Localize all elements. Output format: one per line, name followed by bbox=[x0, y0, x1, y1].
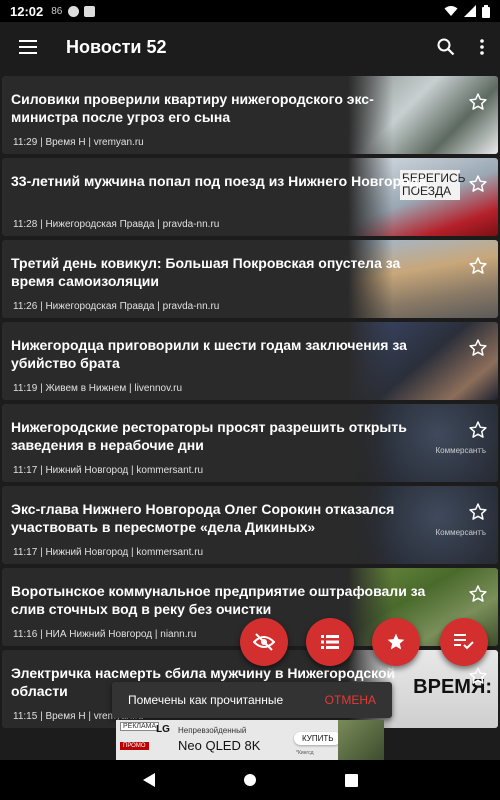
system-nav-bar bbox=[0, 760, 500, 800]
news-headline[interactable]: Воротынское коммунальное предприятие ошт… bbox=[11, 582, 431, 618]
search-icon[interactable] bbox=[428, 22, 464, 72]
news-card[interactable]: Коммерсантъ Нижегородские рестораторы про… bbox=[2, 404, 498, 482]
ad-product: Neo QLED 8K bbox=[178, 738, 261, 753]
cell-signal-icon bbox=[464, 5, 476, 17]
favorite-star-icon[interactable] bbox=[468, 174, 488, 194]
app-title: Новости 52 bbox=[66, 36, 167, 57]
favorite-star-icon[interactable] bbox=[468, 666, 488, 686]
news-headline[interactable]: Экс-глава Нижнего Новгорода Олег Сорокин… bbox=[11, 500, 431, 536]
news-time: 11:15 bbox=[13, 711, 38, 722]
news-headline[interactable]: Нижегородца приговорили к шести годам за… bbox=[11, 336, 431, 372]
news-meta: 11:26 | Нижегородская Правда | pravda-nn… bbox=[13, 301, 219, 312]
thumbnail-caption: Коммерсантъ bbox=[435, 528, 486, 537]
hide-read-fab[interactable] bbox=[240, 618, 288, 666]
favorite-star-icon[interactable] bbox=[468, 420, 488, 440]
news-card[interactable]: Третий день ковикул: Большая Покровская … bbox=[2, 240, 498, 318]
news-source: Время Н | vremyan.ru bbox=[45, 137, 144, 148]
news-meta: 11:19 | Живем в Нижнем | livennov.ru bbox=[13, 383, 182, 394]
news-card[interactable]: Нижегородца приговорили к шести годам за… bbox=[2, 322, 498, 400]
wifi-icon bbox=[444, 6, 458, 16]
ad-buy-button[interactable]: КУПИТЬ bbox=[294, 732, 342, 745]
eye-off-icon bbox=[253, 633, 275, 651]
news-time: 11:26 bbox=[13, 301, 38, 312]
status-bar: 12:02 86 bbox=[0, 0, 500, 22]
snackbar-message: Помечены как прочитанные bbox=[128, 693, 284, 707]
favorite-star-icon[interactable] bbox=[468, 338, 488, 358]
news-card[interactable]: Силовики проверили квартиру нижегородско… bbox=[2, 76, 498, 154]
snackbar: Помечены как прочитанные ОТМЕНА bbox=[112, 682, 392, 718]
list-view-fab[interactable] bbox=[306, 618, 354, 666]
news-time: 11:17 bbox=[13, 547, 38, 558]
news-meta: 11:28 | Нижегородская Правда | pravda-nn… bbox=[13, 219, 219, 230]
favorite-star-icon[interactable] bbox=[468, 502, 488, 522]
news-card[interactable]: Коммерсантъ Экс-глава Нижнего Новгорода О… bbox=[2, 486, 498, 564]
mark-all-read-fab[interactable] bbox=[440, 618, 488, 666]
news-source: Нижегородская Правда | pravda-nn.ru bbox=[45, 219, 220, 230]
news-meta: 11:16 | НИА Нижний Новгород | niann.ru bbox=[13, 629, 196, 640]
ad-note: *Кингсд bbox=[296, 750, 314, 756]
news-meta: 11:17 | Нижний Новгород | kommersant.ru bbox=[13, 465, 203, 476]
ad-brand: LG bbox=[156, 724, 170, 735]
news-meta: 11:17 | Нижний Новгород | kommersant.ru bbox=[13, 547, 203, 558]
more-options-icon[interactable] bbox=[464, 22, 500, 72]
status-time: 12:02 bbox=[10, 3, 44, 19]
news-meta: 11:29 | Время Н | vremyan.ru bbox=[13, 137, 144, 148]
hamburger-menu-icon[interactable] bbox=[0, 22, 56, 72]
news-source: НИА Нижний Новгород | niann.ru bbox=[45, 629, 197, 640]
status-signal-text: 86 bbox=[51, 5, 63, 17]
list-icon bbox=[321, 635, 339, 649]
app-bar: Новости 52 bbox=[0, 22, 500, 72]
news-time: 11:28 bbox=[13, 219, 38, 230]
favorites-fab[interactable] bbox=[372, 618, 420, 666]
battery-icon bbox=[482, 4, 490, 18]
thumbnail-caption: Коммерсантъ bbox=[435, 446, 486, 455]
news-time: 11:17 bbox=[13, 465, 38, 476]
news-headline[interactable]: Нижегородские рестораторы просят разреши… bbox=[11, 418, 431, 454]
playlist-check-icon bbox=[454, 634, 474, 650]
ad-tag: РЕКЛАМА bbox=[120, 722, 160, 731]
ad-promo-badge: ПРОМО bbox=[120, 742, 149, 750]
favorite-star-icon[interactable] bbox=[468, 584, 488, 604]
favorite-star-icon[interactable] bbox=[468, 256, 488, 276]
recents-icon[interactable] bbox=[343, 772, 359, 788]
news-source: Нижегородская Правда | pravda-nn.ru bbox=[45, 301, 220, 312]
news-source: Живем в Нижнем | livennov.ru bbox=[45, 383, 183, 394]
snackbar-undo-button[interactable]: ОТМЕНА bbox=[325, 693, 376, 707]
ad-banner[interactable]: РЕКЛАМА ПРОМО LG Непревзойденный Neo QLE… bbox=[116, 720, 384, 760]
news-time: 11:19 bbox=[13, 383, 38, 394]
news-source: Нижний Новгород | kommersant.ru bbox=[45, 547, 204, 558]
home-icon[interactable] bbox=[242, 772, 258, 788]
ad-image bbox=[338, 720, 384, 760]
favorite-star-icon[interactable] bbox=[468, 92, 488, 112]
news-card[interactable]: БЕРЕГИСЬ ПОЕЗДА 33-летний мужчина попал п… bbox=[2, 158, 498, 236]
news-time: 11:16 bbox=[13, 629, 38, 640]
notification-icon bbox=[68, 5, 80, 17]
news-source: Нижний Новгород | kommersant.ru bbox=[45, 465, 204, 476]
news-headline[interactable]: Силовики проверили квартиру нижегородско… bbox=[11, 90, 431, 126]
news-headline[interactable]: 33-летний мужчина попал под поезд из Ниж… bbox=[11, 172, 431, 190]
ad-tagline: Непревзойденный bbox=[178, 726, 247, 735]
back-icon[interactable] bbox=[141, 772, 157, 788]
sd-card-icon bbox=[84, 5, 96, 17]
news-time: 11:29 bbox=[13, 137, 38, 148]
news-thumbnail: БЕРЕГИСЬ ПОЕЗДА bbox=[348, 158, 498, 236]
news-headline[interactable]: Третий день ковикул: Большая Покровская … bbox=[11, 254, 431, 290]
star-icon bbox=[387, 633, 405, 650]
